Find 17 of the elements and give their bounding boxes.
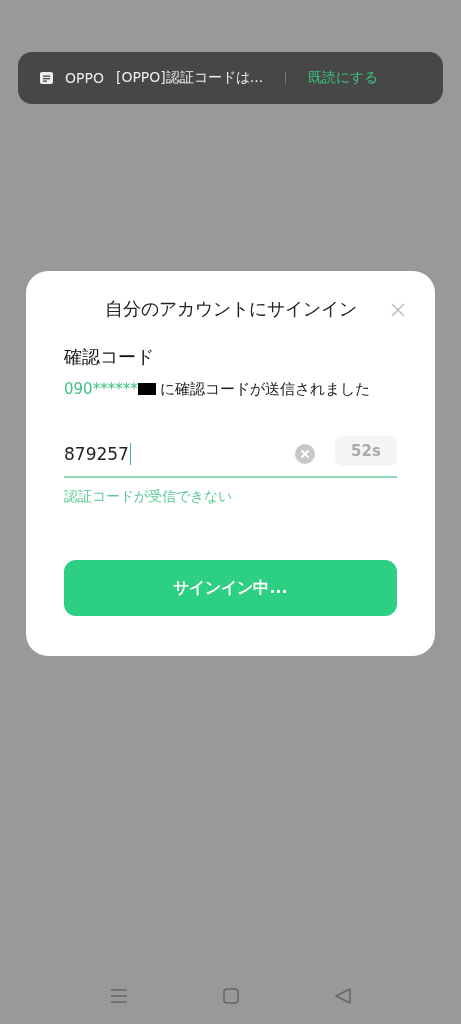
clear-icon[interactable] — [295, 444, 315, 464]
code-input-field[interactable]: 879257 52s — [64, 432, 397, 478]
back-icon[interactable] — [334, 988, 351, 1004]
mark-read-button[interactable]: 既読にする — [308, 69, 379, 87]
dialog-title: 自分のアカウントにサインイン — [104, 297, 357, 321]
resend-countdown-button[interactable]: 52s — [335, 436, 397, 466]
sign-in-button[interactable]: サインイン中... — [64, 560, 397, 616]
notification-message: [OPPO]認証コードは... — [115, 69, 264, 87]
code-not-received-link[interactable]: 認証コードが受信できない — [64, 488, 232, 506]
sent-message: 090****** に確認コードが送信されました — [64, 379, 372, 400]
menu-icon[interactable] — [110, 989, 127, 1003]
message-icon — [40, 72, 53, 84]
code-value: 879257 — [64, 444, 129, 464]
home-icon[interactable] — [222, 988, 239, 1004]
section-heading: 確認コード — [64, 345, 155, 369]
notification-app: OPPO — [65, 70, 104, 86]
close-icon[interactable] — [391, 303, 405, 317]
